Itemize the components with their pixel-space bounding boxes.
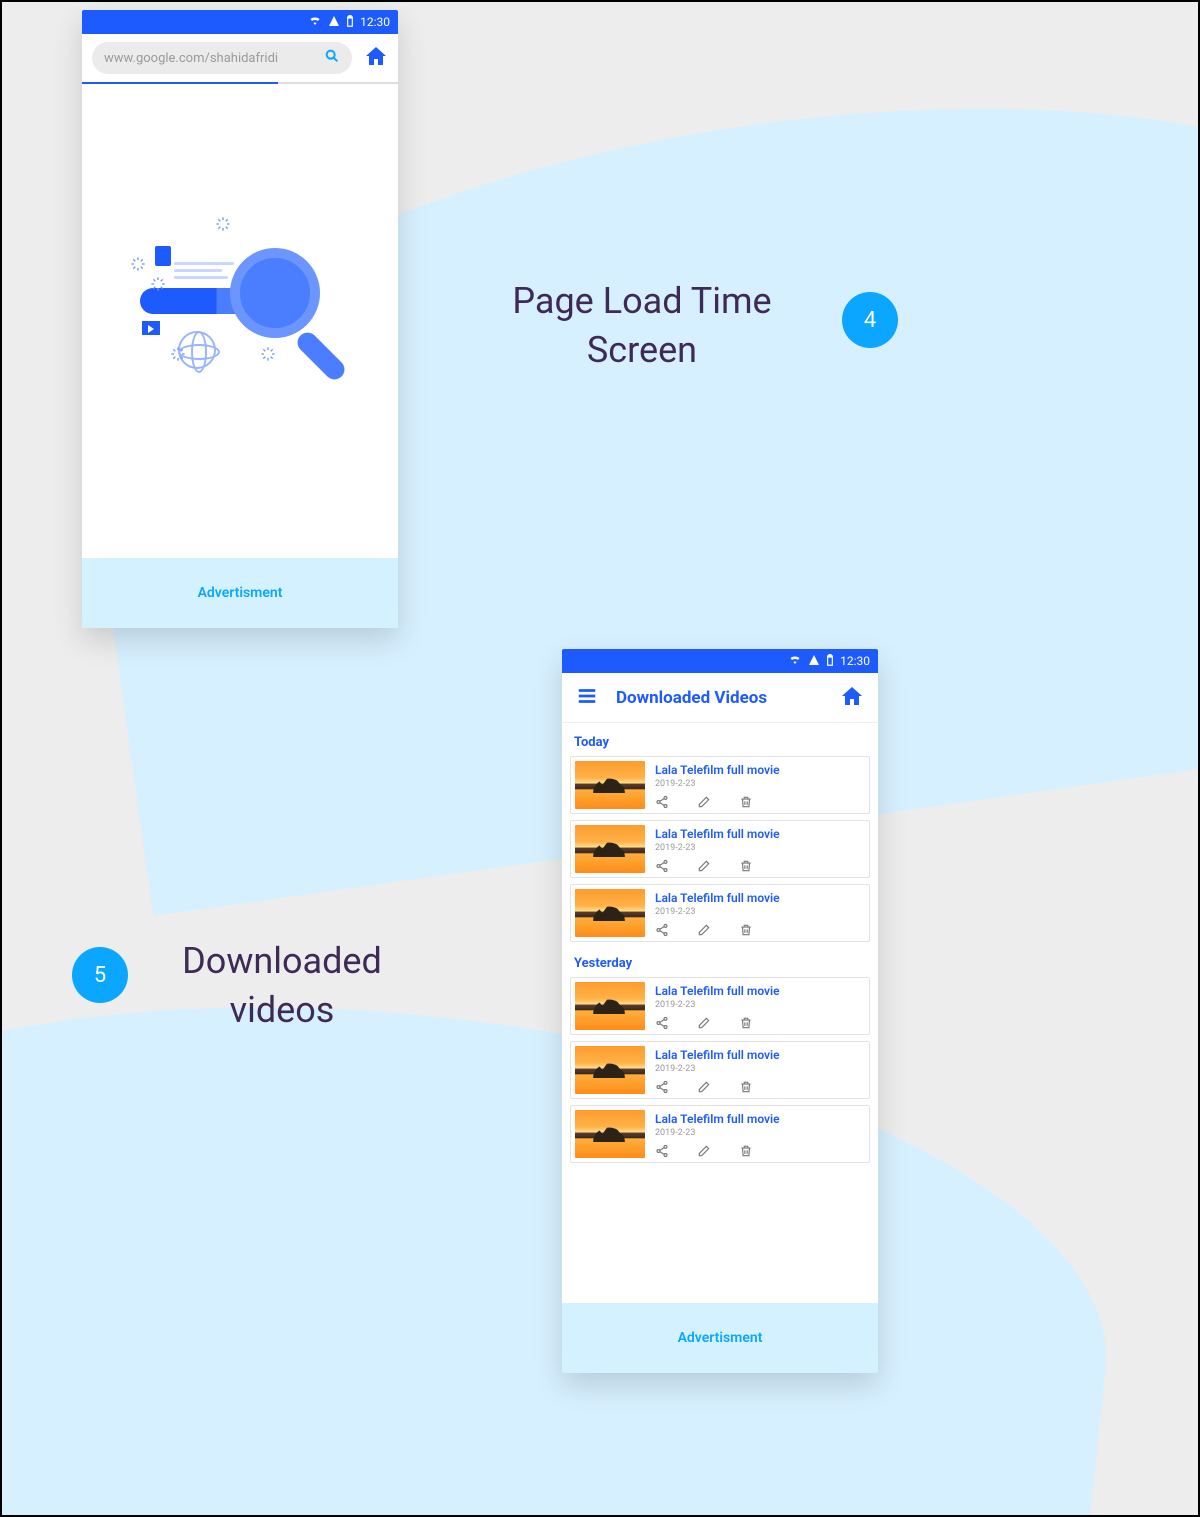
wifi-icon xyxy=(788,654,802,669)
edit-icon[interactable] xyxy=(697,1144,711,1158)
video-actions xyxy=(655,795,865,809)
phone-downloaded-videos: 12:30 Downloaded Videos TodayLala Telefi… xyxy=(562,649,878,1373)
search-icon[interactable] xyxy=(324,48,340,68)
edit-icon[interactable] xyxy=(697,923,711,937)
video-row[interactable]: Lala Telefilm full movie 2019-2-23 xyxy=(570,1041,870,1099)
delete-icon[interactable] xyxy=(739,1016,753,1030)
delete-icon[interactable] xyxy=(739,859,753,873)
video-date: 2019-2-23 xyxy=(655,843,865,853)
showcase-canvas: 12:30 www.google.com/shahidafridi xyxy=(0,0,1200,1517)
status-time: 12:30 xyxy=(360,15,390,29)
video-title: Lala Telefilm full movie xyxy=(655,891,865,905)
ad-banner[interactable]: Advertisment xyxy=(562,1303,878,1373)
signal-icon xyxy=(808,654,820,669)
share-icon[interactable] xyxy=(655,923,669,937)
video-thumbnail[interactable] xyxy=(575,761,645,809)
video-date: 2019-2-23 xyxy=(655,779,865,789)
edit-icon[interactable] xyxy=(697,795,711,809)
url-input[interactable]: www.google.com/shahidafridi xyxy=(92,42,352,74)
delete-icon[interactable] xyxy=(739,1144,753,1158)
video-list[interactable]: TodayLala Telefilm full movie2019-2-23La… xyxy=(562,723,878,1303)
video-thumbnail[interactable] xyxy=(575,889,645,937)
browser-toolbar: www.google.com/shahidafridi xyxy=(82,34,398,82)
share-icon[interactable] xyxy=(655,1144,669,1158)
battery-icon xyxy=(826,653,834,670)
video-title: Lala Telefilm full movie xyxy=(655,1112,865,1126)
video-date: 2019-2-23 xyxy=(655,907,865,917)
section-title: Page Load Time Screen xyxy=(482,277,802,374)
ad-label: Advertisment xyxy=(198,585,283,601)
url-text: www.google.com/shahidafridi xyxy=(104,51,324,66)
video-row[interactable]: Lala Telefilm full movie 2019-2-23 xyxy=(570,884,870,942)
status-time: 12:30 xyxy=(840,654,870,668)
video-thumbnail[interactable] xyxy=(575,982,645,1030)
video-date: 2019-2-23 xyxy=(655,1128,865,1138)
video-actions xyxy=(655,859,865,873)
wifi-icon xyxy=(308,15,322,30)
video-thumbnail[interactable] xyxy=(575,1046,645,1094)
section-title: Downloaded videos xyxy=(142,937,422,1034)
delete-icon[interactable] xyxy=(739,923,753,937)
share-icon[interactable] xyxy=(655,1016,669,1030)
video-title: Lala Telefilm full movie xyxy=(655,984,865,998)
section-badge: 4 xyxy=(842,292,898,348)
share-icon[interactable] xyxy=(655,795,669,809)
video-title: Lala Telefilm full movie xyxy=(655,1048,865,1062)
ad-label: Advertisment xyxy=(678,1330,763,1346)
share-icon[interactable] xyxy=(655,1080,669,1094)
status-bar: 12:30 xyxy=(82,10,398,34)
phone-page-load: 12:30 www.google.com/shahidafridi xyxy=(82,10,398,628)
section-header: Today xyxy=(570,727,870,756)
home-icon[interactable] xyxy=(840,684,864,712)
video-row[interactable]: Lala Telefilm full movie 2019-2-23 xyxy=(570,977,870,1035)
menu-icon[interactable] xyxy=(576,685,598,711)
search-illustration xyxy=(130,206,350,406)
video-actions xyxy=(655,1080,865,1094)
delete-icon[interactable] xyxy=(739,1080,753,1094)
screen-title: Downloaded Videos xyxy=(616,688,822,708)
video-title: Lala Telefilm full movie xyxy=(655,827,865,841)
video-thumbnail[interactable] xyxy=(575,825,645,873)
page-load-progress xyxy=(82,82,398,84)
video-date: 2019-2-23 xyxy=(655,1000,865,1010)
battery-icon xyxy=(346,14,354,31)
home-icon[interactable] xyxy=(364,44,388,72)
section-badge: 5 xyxy=(72,947,128,1003)
video-actions xyxy=(655,1016,865,1030)
video-actions xyxy=(655,923,865,937)
section-header: Yesterday xyxy=(570,948,870,977)
ad-banner[interactable]: Advertisment xyxy=(82,558,398,628)
share-icon[interactable] xyxy=(655,859,669,873)
status-bar: 12:30 xyxy=(562,649,878,673)
video-row[interactable]: Lala Telefilm full movie 2019-2-23 xyxy=(570,1105,870,1163)
video-row[interactable]: Lala Telefilm full movie 2019-2-23 xyxy=(570,756,870,814)
delete-icon[interactable] xyxy=(739,795,753,809)
video-thumbnail[interactable] xyxy=(575,1110,645,1158)
edit-icon[interactable] xyxy=(697,1080,711,1094)
video-date: 2019-2-23 xyxy=(655,1064,865,1074)
screen-toolbar: Downloaded Videos xyxy=(562,673,878,723)
video-row[interactable]: Lala Telefilm full movie 2019-2-23 xyxy=(570,820,870,878)
signal-icon xyxy=(328,15,340,30)
edit-icon[interactable] xyxy=(697,859,711,873)
loading-body xyxy=(82,84,398,558)
edit-icon[interactable] xyxy=(697,1016,711,1030)
video-actions xyxy=(655,1144,865,1158)
video-title: Lala Telefilm full movie xyxy=(655,763,865,777)
